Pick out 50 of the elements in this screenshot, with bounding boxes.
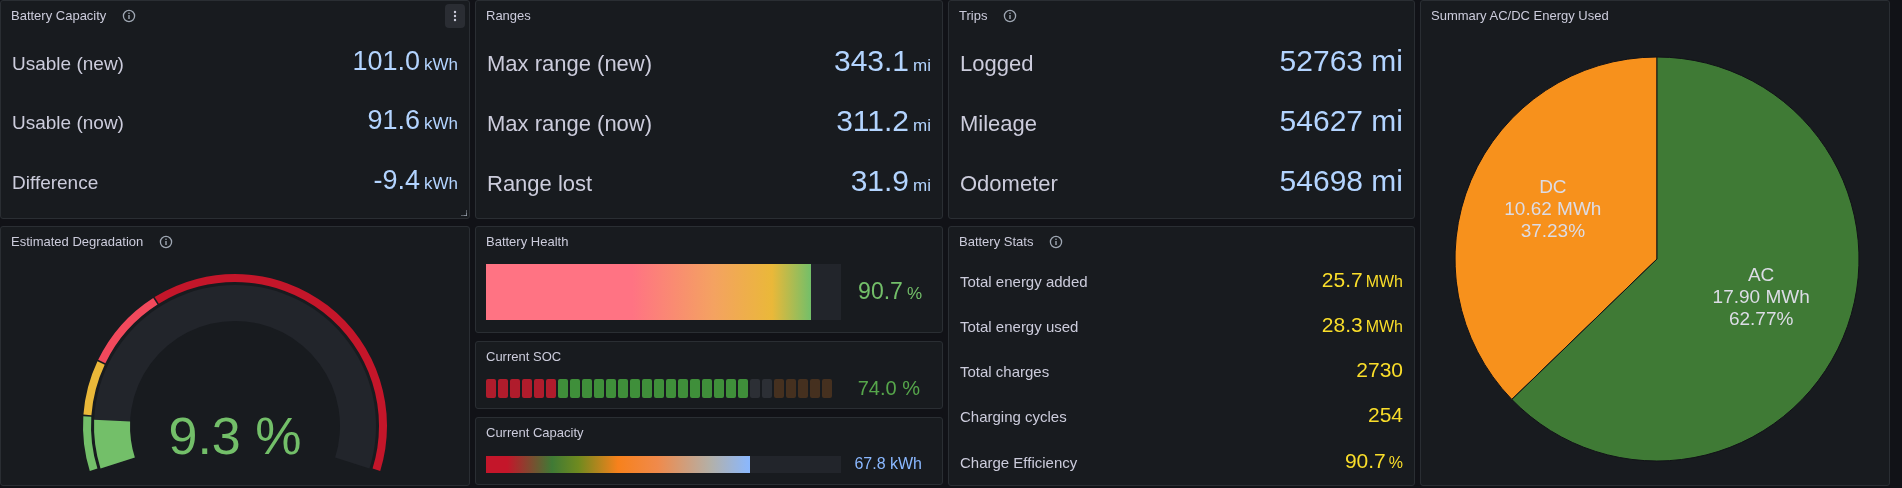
slice-label: DC 10.62 MWh 37.23%: [1504, 175, 1602, 241]
stat-value: 54698 mi: [1279, 162, 1403, 199]
info-icon[interactable]: [159, 235, 174, 249]
bar-value: 67.8 kWh: [854, 454, 922, 474]
stat-label: Usable (new): [12, 51, 124, 76]
stat-value: 25.7 MWh: [1321, 266, 1403, 293]
panel-title: Summary AC/DC Energy Used: [1431, 7, 1609, 26]
panel-title: Battery Health: [486, 233, 569, 252]
panel-title: Trips: [959, 7, 988, 26]
panel-title: Current Capacity: [486, 424, 584, 443]
info-icon[interactable]: [1049, 235, 1064, 249]
stat-value: 90.7%: [1344, 447, 1403, 474]
stat-label: Total energy used: [960, 317, 1079, 338]
panel-title: Battery Capacity: [11, 7, 107, 26]
stat-label: Total energy added: [960, 271, 1088, 292]
stat-value: 2730: [1356, 357, 1403, 384]
stat-value: 311.2 mi: [836, 103, 931, 139]
stat-value: 28.3 MWh: [1321, 312, 1403, 339]
stat-label: Max range (now): [487, 110, 653, 138]
stat-label: Total charges: [960, 362, 1050, 383]
stat-value: 254: [1367, 402, 1403, 429]
menu-button[interactable]: [445, 4, 465, 28]
panel-title: Current SOC: [486, 348, 562, 367]
panel-title: Ranges: [486, 7, 531, 26]
stat-label: Charge Efficiency: [960, 452, 1078, 473]
stat-label: Max range (new): [487, 50, 653, 79]
stat-value: 101.0 kWh: [352, 44, 458, 78]
panel-title: Battery Stats: [959, 233, 1034, 252]
stat-label: Odometer: [960, 169, 1058, 198]
stat-value: 54627 mi: [1279, 103, 1403, 139]
stat-value: -9.4 kWh: [373, 163, 458, 197]
stat-value: 31.9 mi: [850, 162, 931, 199]
stat-value: 52763 mi: [1279, 43, 1403, 80]
stat-label: Mileage: [960, 110, 1038, 138]
panel-title: Estimated Degradation: [11, 233, 144, 252]
stat-label: Range lost: [487, 169, 593, 198]
resize-handle-icon[interactable]: [461, 210, 467, 216]
stat-label: Difference: [12, 170, 99, 195]
info-icon[interactable]: [1003, 9, 1018, 23]
more-icon: [453, 10, 457, 22]
gauge-value: 9.3 %: [168, 407, 302, 465]
stat-value: 91.6 kWh: [367, 104, 458, 138]
stat-label: Usable (now): [12, 111, 124, 136]
stat-label: Logged: [960, 50, 1034, 79]
stat-label: Charging cycles: [960, 407, 1067, 428]
info-icon[interactable]: [122, 9, 137, 23]
stat-value: 343.1 mi: [833, 43, 931, 80]
bar-value: 90.7 %: [858, 277, 922, 307]
slice-label: AC 17.90 MWh 62.77%: [1712, 264, 1810, 330]
bar-value: 74.0 %: [857, 376, 920, 401]
